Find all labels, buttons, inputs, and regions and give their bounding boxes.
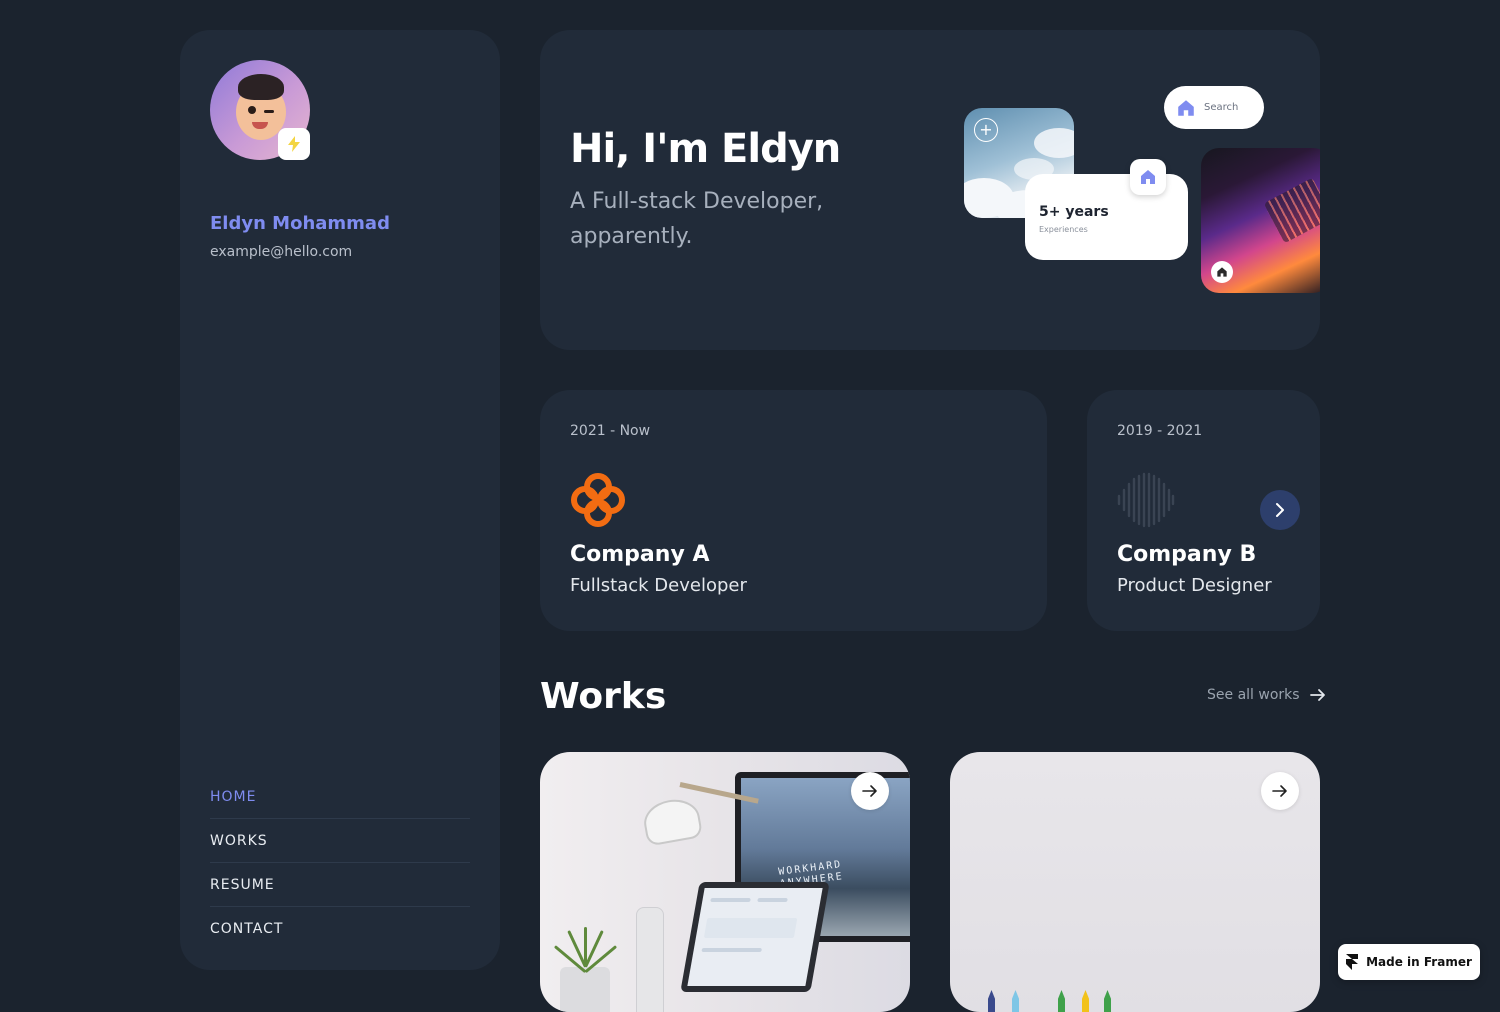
nav-item-home[interactable]: HOME	[210, 775, 470, 819]
nav-item-contact[interactable]: CONTACT	[210, 907, 470, 950]
search-pill[interactable]: Search	[1164, 86, 1264, 129]
open-work-button[interactable]	[851, 772, 889, 810]
years-value: 5+ years	[1039, 204, 1109, 220]
experience-company: Company A	[570, 542, 710, 567]
lamp-shade	[640, 795, 704, 847]
home-icon	[1217, 267, 1227, 277]
laptop-image	[680, 882, 830, 992]
framer-logo-icon	[1346, 954, 1359, 970]
main-nav: HOME WORKS RESUME CONTACT	[210, 775, 470, 950]
plus-icon[interactable]: +	[974, 118, 998, 142]
experience-card-company-b[interactable]: 2019 - 2021 Company B Product Designer	[1087, 390, 1320, 631]
see-all-label: See all works	[1207, 687, 1300, 703]
experience-role: Product Designer	[1117, 575, 1272, 596]
avatar-wink	[264, 110, 274, 113]
see-all-works-link[interactable]: See all works	[1207, 687, 1326, 703]
experience-period: 2021 - Now	[570, 423, 651, 439]
framer-badge-label: Made in Framer	[1366, 955, 1472, 969]
home-icon-button[interactable]	[1211, 261, 1233, 283]
work-card[interactable]	[950, 752, 1320, 1012]
plant-image	[560, 967, 610, 1012]
hero-card: Hi, I'm Eldyn A Full-stack Developer, ap…	[540, 30, 1320, 350]
chevron-right-icon	[1276, 503, 1284, 517]
soundwave-logo-icon	[1117, 472, 1175, 528]
lightning-badge	[278, 128, 310, 160]
hero-subtitle: A Full-stack Developer, apparently.	[570, 189, 824, 249]
arrow-right-icon	[1309, 689, 1325, 701]
profile-email: example@hello.com	[210, 244, 353, 260]
next-button[interactable]	[1260, 490, 1300, 530]
experience-card-company-a[interactable]: 2021 - Now Company A Fullstack Developer	[540, 390, 1047, 631]
experience-role: Fullstack Developer	[570, 575, 747, 596]
home-icon-button[interactable]	[1130, 159, 1166, 195]
experience-company: Company B	[1117, 542, 1257, 567]
arrow-right-icon	[862, 785, 877, 797]
profile-name: Eldyn Mohammad	[210, 213, 390, 234]
laptop-image-card	[1201, 148, 1320, 293]
profile-sidebar: Eldyn Mohammad example@hello.com HOME WO…	[180, 30, 500, 970]
hero-title: Hi, I'm Eldyn	[570, 126, 841, 172]
avatar-eye	[248, 106, 256, 114]
years-label: Experiences	[1039, 225, 1088, 234]
work-card[interactable]: WORKHARD ANYWHERE	[540, 752, 910, 1012]
works-title: Works	[540, 676, 667, 717]
open-work-button[interactable]	[1261, 772, 1299, 810]
lightning-icon	[288, 136, 300, 152]
search-label: Search	[1204, 102, 1239, 113]
bottle-image	[636, 907, 664, 1012]
experience-period: 2019 - 2021	[1117, 423, 1203, 439]
clover-logo-icon	[571, 473, 625, 527]
home-icon	[1178, 99, 1194, 116]
laptop-keyboard	[1263, 177, 1320, 244]
made-in-framer-badge[interactable]: Made in Framer	[1338, 944, 1480, 980]
nav-item-works[interactable]: WORKS	[210, 819, 470, 863]
home-icon	[1141, 170, 1155, 184]
avatar-hair	[238, 74, 284, 100]
arrow-right-icon	[1272, 785, 1287, 797]
nav-item-resume[interactable]: RESUME	[210, 863, 470, 907]
